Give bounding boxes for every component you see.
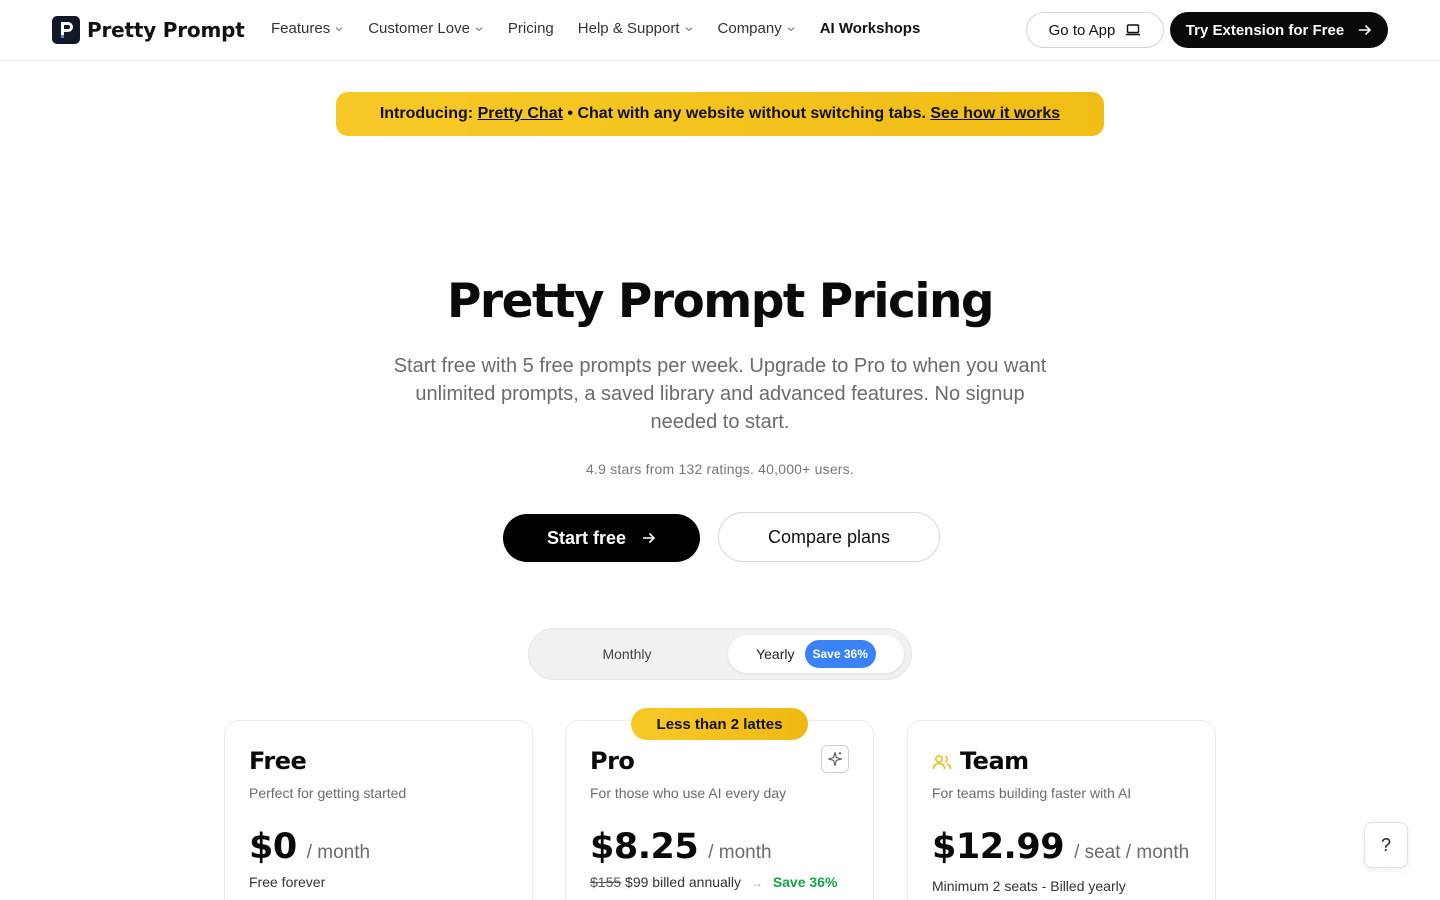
see-how-it-works-link[interactable]: See how it works [930, 105, 1060, 123]
laptop-icon [1126, 24, 1141, 36]
nav-features[interactable]: Features [271, 20, 344, 37]
sparkle-icon [821, 745, 849, 773]
announcement-banner: Introducing: Pretty Chat • Chat with any… [336, 92, 1104, 136]
toggle-monthly[interactable]: Monthly [539, 635, 715, 673]
price-unit: / month [306, 842, 371, 863]
popular-badge: Less than 2 lattes [631, 708, 808, 740]
plan-name: Team [960, 747, 1029, 775]
billed-annually: $99 billed annually [625, 874, 742, 890]
nav-label: Help & Support [577, 20, 680, 37]
go-to-app-button[interactable]: Go to App [1026, 12, 1164, 48]
price-amount: $0 [249, 827, 297, 867]
hero-subtitle: Start free with 5 free prompts per week.… [393, 355, 1047, 433]
announcement-message: • Chat with any website without switchin… [567, 105, 926, 122]
price-amount: $12.99 [932, 827, 1065, 867]
nav-help-support[interactable]: Help & Support [578, 20, 694, 37]
rating-text: 4.9 stars from 132 ratings. 40,000+ user… [586, 461, 854, 477]
original-price: $155 [590, 874, 622, 890]
nav-label: Features [271, 20, 331, 37]
pretty-chat-link[interactable]: Pretty Chat [478, 105, 563, 123]
plan-description: Perfect for getting started [249, 785, 407, 801]
announcement-prefix: Introducing: [379, 105, 474, 122]
nav-label: Company [717, 20, 782, 37]
arrow-right-icon [1359, 24, 1372, 36]
chevron-down-icon [475, 26, 483, 31]
help-button[interactable]: ? [1364, 822, 1408, 868]
chevron-down-icon [335, 26, 343, 31]
nav-company[interactable]: Company [718, 20, 796, 37]
save-percent: Save 36% [772, 874, 838, 890]
try-extension-button[interactable]: Try Extension for Free [1170, 12, 1388, 48]
plan-description: For teams building faster with AI [932, 785, 1132, 801]
plan-card-team: Team For teams building faster with AI $… [907, 720, 1216, 900]
try-extension-label: Try Extension for Free [1185, 21, 1345, 39]
plan-name: Pro [590, 747, 635, 775]
nav-label: AI Workshops [819, 20, 921, 37]
chevron-down-icon [685, 26, 692, 31]
start-free-label: Start free [546, 527, 627, 548]
site-header: Pretty Prompt Features Customer Love Pri… [0, 0, 1440, 61]
nav-label: Customer Love [368, 20, 470, 37]
brand-logo[interactable]: Pretty Prompt [52, 16, 245, 44]
plan-price: $0 / month [249, 827, 370, 867]
start-free-button[interactable]: Start free [503, 514, 700, 562]
users-icon [932, 755, 952, 770]
toggle-monthly-label: Monthly [602, 646, 652, 662]
plan-description: For those who use AI every day [590, 785, 787, 801]
page-title: Pretty Prompt Pricing [446, 274, 995, 329]
go-to-app-label: Go to App [1048, 21, 1116, 39]
plan-name: Free [249, 747, 307, 775]
brand-name: Pretty Prompt [87, 18, 245, 42]
main-nav: Features Customer Love Pricing Help & Su… [271, 20, 944, 37]
nav-label: Pricing [507, 20, 554, 37]
plan-price: $8.25 / month [590, 827, 772, 867]
toggle-yearly-label: Yearly [756, 646, 795, 662]
compare-plans-button[interactable]: Compare plans [718, 512, 940, 562]
arrow-right-icon: → [750, 876, 763, 890]
nav-pricing[interactable]: Pricing [508, 20, 554, 37]
chevron-down-icon [787, 26, 795, 31]
arrow-right-icon [643, 532, 656, 544]
nav-customer-love[interactable]: Customer Love [368, 20, 484, 37]
plan-card-free: Free Perfect for getting started $0 / mo… [224, 720, 533, 900]
price-unit: / month [708, 842, 772, 863]
billing-toggle: Monthly Yearly Save 36% [528, 628, 912, 680]
logo-mark-icon [52, 16, 80, 44]
plan-price: $12.99 / seat / month [932, 827, 1189, 867]
plan-note: Free forever [249, 874, 326, 890]
nav-ai-workshops[interactable]: AI Workshops [820, 20, 921, 37]
toggle-yearly[interactable]: Yearly Save 36% [728, 635, 904, 673]
plan-note: Minimum 2 seats - Billed yearly [932, 878, 1126, 894]
plan-card-pro: Pro For those who use AI every day $8.25… [565, 720, 874, 900]
plan-billing-note: $155 $99 billed annually → Save 36% [590, 874, 840, 891]
price-unit: / seat / month [1074, 842, 1190, 863]
compare-plans-label: Compare plans [767, 526, 891, 547]
save-badge: Save 36% [804, 640, 876, 668]
price-amount: $8.25 [590, 827, 699, 867]
